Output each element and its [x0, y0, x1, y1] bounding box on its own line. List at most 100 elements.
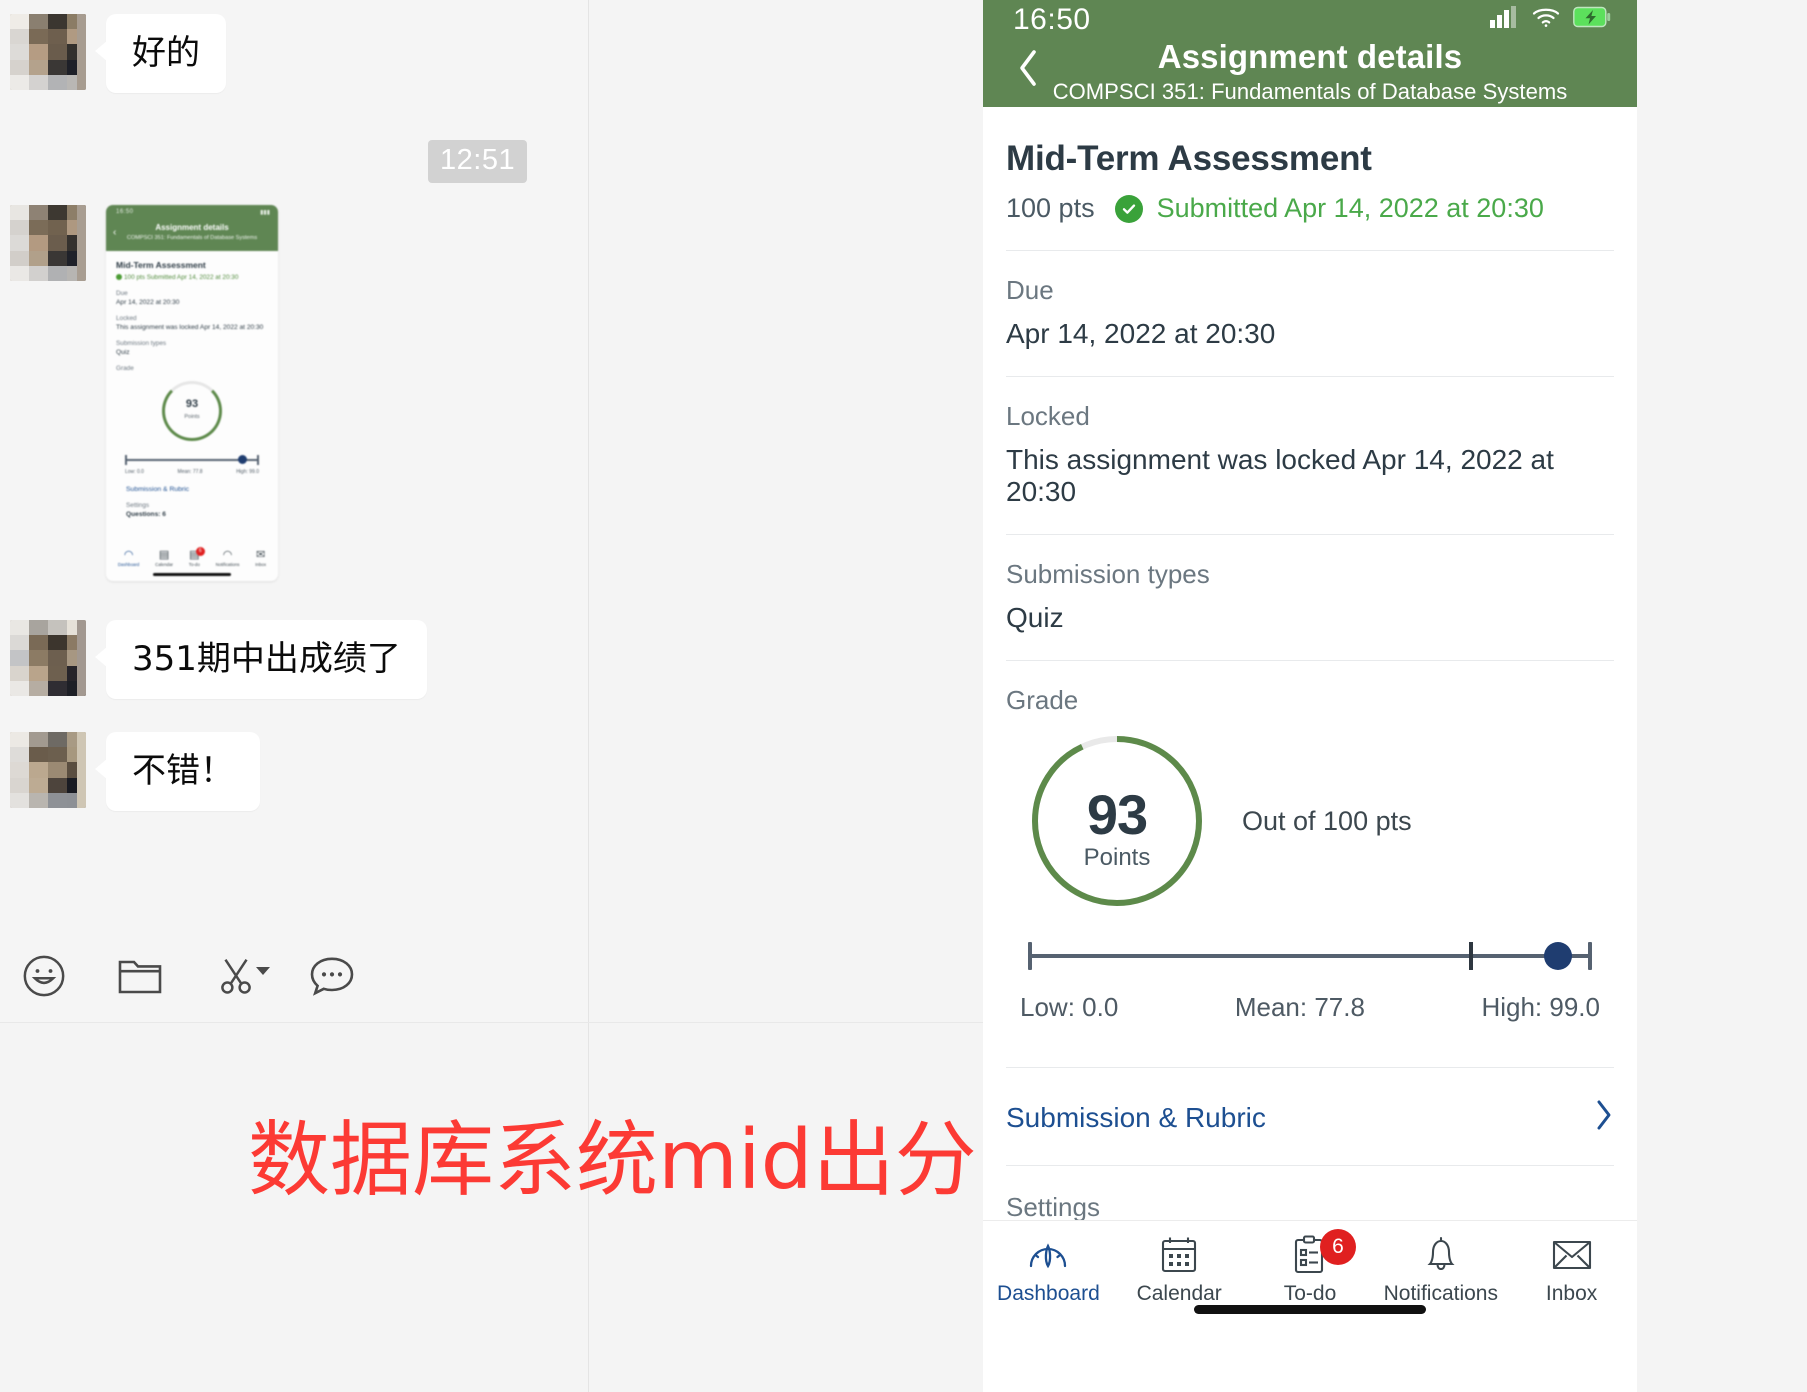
- list-item[interactable]: 351期中出成绩了: [0, 620, 427, 699]
- screenshot-thumbnail[interactable]: 16:50 ▮▮▮ ‹ Assignment details COMPSCI 3…: [106, 205, 278, 581]
- assignment-points: 100 pts: [1006, 193, 1095, 223]
- grade-label: Grade: [1006, 685, 1079, 715]
- avatar[interactable]: [10, 14, 86, 90]
- due-label: Due: [1006, 275, 1054, 305]
- battery-charging-icon: [1573, 6, 1611, 33]
- message-bubble[interactable]: 好的: [95, 14, 226, 93]
- thumb-body: Mid-Term Assessment 100 pts Submitted Ap…: [106, 251, 278, 518]
- message-text: 好的: [106, 14, 226, 93]
- wifi-icon: [1531, 5, 1561, 34]
- thumb-subtype-value: Quiz: [116, 349, 130, 356]
- locked-label: Locked: [1006, 401, 1090, 431]
- settings-label: Settings: [1006, 1192, 1100, 1222]
- message-text: 351期中出成绩了: [106, 620, 427, 699]
- image-message[interactable]: 16:50 ▮▮▮ ‹ Assignment details COMPSCI 3…: [106, 205, 278, 581]
- screenshot-canvas: 好的 12:51 16:50 ▮▮▮ ‹ Assignment details …: [0, 0, 1807, 1392]
- message-bubble[interactable]: 351期中出成绩了: [95, 620, 427, 699]
- submission-rubric-link[interactable]: Submission & Rubric: [1006, 1098, 1614, 1137]
- thumb-due-value: Apr 14, 2022 at 20:30: [116, 299, 180, 306]
- check-circle-icon: [116, 274, 122, 281]
- slider-mean-tick: [1469, 942, 1474, 970]
- grade-score-unit: Points: [1083, 844, 1151, 871]
- list-item[interactable]: 16:50 ▮▮▮ ‹ Assignment details COMPSCI 3…: [0, 205, 278, 581]
- thumb-submission-link: Submission & Rubric: [126, 486, 190, 493]
- thumb-slider-high-cap: [257, 455, 259, 465]
- thumb-stat-labels: Low: 0.0 Mean: 77.8 High: 99.0: [125, 469, 259, 475]
- submission-types-label: Submission types: [1006, 559, 1210, 589]
- thumb-settings-label: Settings: [126, 502, 150, 509]
- thumb-tab-label: Dashboard: [117, 562, 140, 567]
- right-gutter: [1637, 0, 1807, 1392]
- thumb-grade-ring: 93 Points: [162, 381, 222, 441]
- folder-icon[interactable]: [104, 940, 176, 1012]
- chat-message-list[interactable]: 好的 12:51 16:50 ▮▮▮ ‹ Assignment details …: [0, 0, 588, 980]
- thumb-status-time: 16:50: [116, 209, 134, 215]
- chevron-down-icon[interactable]: [256, 967, 270, 975]
- list-item[interactable]: 好的: [0, 14, 226, 93]
- score-distribution-slider[interactable]: [1028, 936, 1592, 976]
- tab-calendar[interactable]: Calendar: [1114, 1233, 1245, 1306]
- chat-panel: 好的 12:51 16:50 ▮▮▮ ‹ Assignment details …: [0, 0, 589, 1022]
- stat-high: High: 99.0: [1481, 992, 1600, 1022]
- thumb-subtype-label: Submission types: [116, 340, 167, 347]
- tab-label: To-do: [1283, 1282, 1337, 1305]
- course-subtitle: COMPSCI 351: Fundamentals of Database Sy…: [1052, 79, 1568, 104]
- divider: [1006, 660, 1614, 661]
- message-bubble[interactable]: 不错！: [95, 732, 260, 811]
- thumb-status-icons: ▮▮▮: [260, 210, 270, 216]
- tab-notifications[interactable]: Notifications: [1375, 1233, 1506, 1306]
- bell-icon: [1375, 1233, 1506, 1277]
- stat-mean: Mean: 77.8: [1234, 992, 1365, 1022]
- tab-label: Dashboard: [997, 1282, 1100, 1305]
- list-item[interactable]: 不错！: [0, 732, 260, 811]
- annotation-caption: 数据库系统mid出分: [248, 1113, 977, 1208]
- thumb-high: High: 99.0: [236, 469, 259, 475]
- chat-timestamp: 12:51: [428, 140, 528, 183]
- avatar[interactable]: [10, 620, 86, 696]
- thumb-tab-label: Inbox: [255, 562, 267, 567]
- tab-inbox[interactable]: Inbox: [1506, 1233, 1637, 1306]
- envelope-icon: ✉: [256, 549, 266, 561]
- nav-bar: Assignment details COMPSCI 351: Fundamen…: [983, 38, 1637, 107]
- emoji-icon[interactable]: [8, 940, 80, 1012]
- avatar[interactable]: [10, 205, 86, 281]
- thumb-locked-value: This assignment was locked Apr 14, 2022 …: [116, 324, 264, 331]
- assignment-title: Mid-Term Assessment: [1006, 139, 1372, 178]
- thumb-title: Assignment details: [155, 223, 229, 232]
- bubble-tail: [95, 758, 108, 780]
- slider-score-knob[interactable]: [1543, 942, 1572, 970]
- thumb-subtitle: COMPSCI 351: Fundamentals of Database Sy…: [126, 235, 258, 241]
- chat-bubble-icon[interactable]: [296, 940, 368, 1012]
- thumb-low: Low: 0.0: [125, 469, 144, 475]
- thumb-header: 16:50 ▮▮▮ ‹ Assignment details COMPSCI 3…: [106, 205, 278, 251]
- scissors-icon[interactable]: [200, 940, 272, 1012]
- grade-out-of: Out of 100 pts: [1242, 805, 1412, 836]
- thumb-due-label: Due: [116, 290, 128, 297]
- dashboard-gauge-icon: ◠: [123, 549, 134, 561]
- divider: [1006, 250, 1614, 251]
- phone-screenshot: 16:50 Assignment details COMPSCI 351: Fu…: [983, 0, 1637, 1392]
- stat-low: Low: 0.0: [1020, 992, 1119, 1022]
- message-text: 不错！: [106, 732, 260, 811]
- tab-todo[interactable]: 6 To-do: [1245, 1229, 1376, 1306]
- check-circle-icon: [1114, 194, 1143, 223]
- horizontal-divider: [0, 1022, 983, 1023]
- cellular-signal-icon: [1489, 5, 1519, 34]
- avatar[interactable]: [10, 732, 86, 808]
- page-title: Assignment details: [1157, 38, 1463, 75]
- slider-track: [1028, 954, 1592, 958]
- thumb-tab-notifications: ◠ Notifications: [216, 550, 240, 568]
- grade-ring: 93 Points: [1028, 732, 1206, 910]
- thumb-questions: Questions: 6: [126, 511, 166, 518]
- submission-types-value: Quiz: [1006, 602, 1064, 633]
- back-button[interactable]: [1008, 46, 1048, 90]
- tab-dashboard[interactable]: Dashboard: [983, 1233, 1114, 1306]
- thumb-slider-low-cap: [125, 455, 127, 465]
- thumb-locked-label: Locked: [116, 315, 137, 322]
- calendar-icon: [1114, 1233, 1245, 1277]
- submission-status: Submitted Apr 14, 2022 at 20:30: [1156, 193, 1544, 223]
- thumb-status-text: 100 pts Submitted Apr 14, 2022 at 20:30: [124, 274, 239, 281]
- locked-value: This assignment was locked Apr 14, 2022 …: [1006, 444, 1554, 507]
- thumb-tab-inbox: ✉ Inbox: [255, 549, 267, 568]
- assignment-details-body[interactable]: Mid-Term Assessment 100 pts Submitted Ap…: [983, 107, 1637, 1326]
